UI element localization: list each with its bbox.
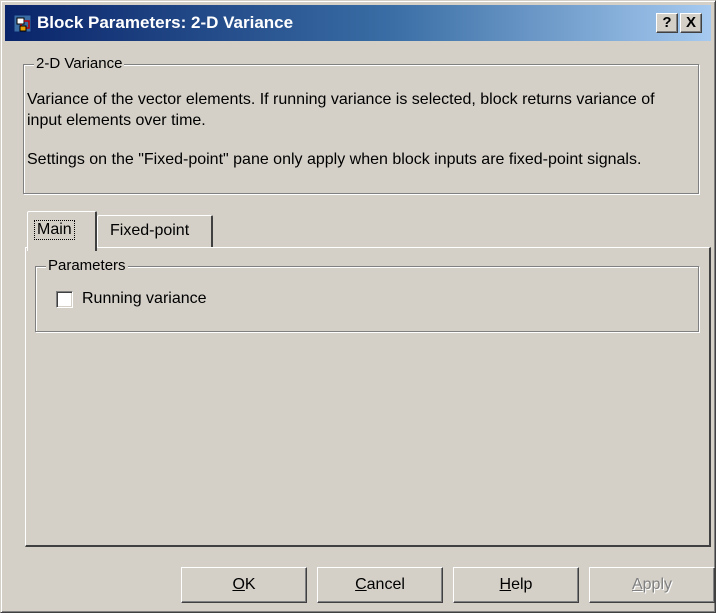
running-variance-option[interactable]: Running variance xyxy=(56,289,207,309)
dialog-window: Block Parameters: 2-D Variance ? X 2-D V… xyxy=(0,0,716,613)
apply-button[interactable]: Apply xyxy=(589,567,715,603)
description-text-1: Variance of the vector elements. If runn… xyxy=(27,91,655,129)
cancel-button[interactable]: Cancel xyxy=(317,567,443,603)
cancel-button-mnemonic: C xyxy=(355,576,367,593)
help-button-mnemonic: H xyxy=(499,576,512,593)
title-bar[interactable]: Block Parameters: 2-D Variance ? X xyxy=(5,5,711,41)
apply-button-label: pply xyxy=(642,576,673,593)
simulink-block-icon xyxy=(13,14,32,33)
cancel-button-label: ancel xyxy=(366,576,405,593)
title-help-button[interactable]: ? xyxy=(656,13,678,33)
help-button[interactable]: Help xyxy=(453,567,579,603)
ok-button[interactable]: OK xyxy=(181,567,307,603)
parameters-group-title: Parameters xyxy=(46,257,128,275)
ok-button-mnemonic: O xyxy=(232,576,245,593)
window-title: Block Parameters: 2-D Variance xyxy=(37,13,294,32)
description-text-2: Settings on the "Fixed-point" pane only … xyxy=(27,151,642,168)
help-button-label: elp xyxy=(511,576,533,593)
tab-fixed-point-label: Fixed-point xyxy=(110,222,190,239)
running-variance-checkbox[interactable] xyxy=(56,290,73,308)
running-variance-label[interactable]: Running variance xyxy=(82,289,207,309)
description-group-title: 2-D Variance xyxy=(34,55,125,73)
apply-button-mnemonic: A xyxy=(631,576,643,593)
tab-main[interactable]: Main xyxy=(27,211,97,251)
title-close-button[interactable]: X xyxy=(680,13,702,33)
tab-fixed-point[interactable]: Fixed-point xyxy=(97,215,213,247)
tab-main-label: Main xyxy=(34,220,75,240)
ok-button-label: K xyxy=(244,576,256,593)
